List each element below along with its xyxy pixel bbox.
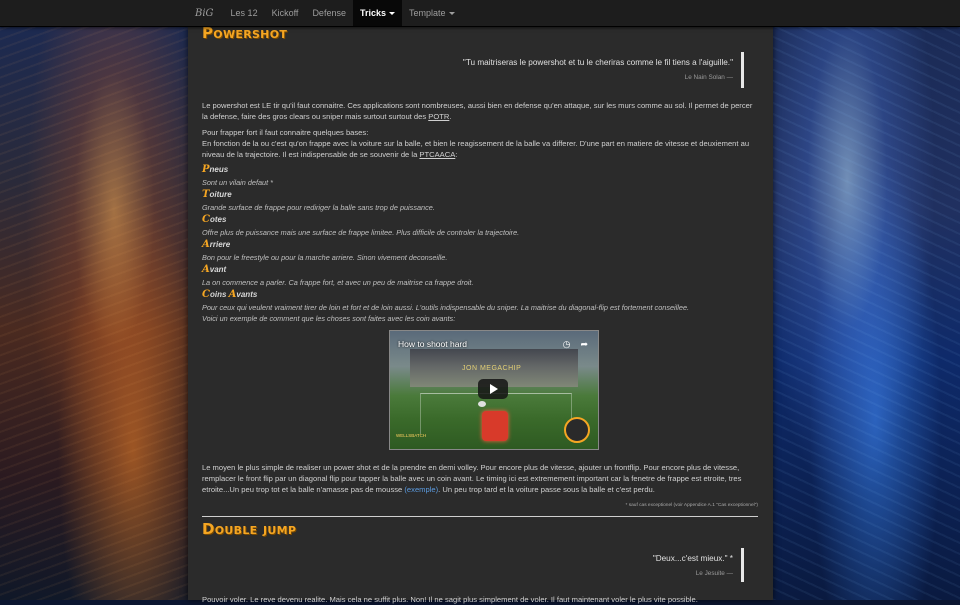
bases-body: En fonction de la ou c'est qu'on frappe … — [202, 139, 750, 159]
potr-link[interactable]: POTR — [428, 112, 449, 121]
background-arena-right — [772, 0, 960, 600]
nav-item-tricks-label: Tricks — [359, 8, 386, 18]
exemple-link[interactable]: (exemple) — [404, 485, 438, 494]
powershot-intro: Le powershot est LE tir qu'il faut conna… — [202, 100, 758, 122]
section-title-double-jump: Double jump — [202, 520, 297, 538]
acronym-desc: Pour ceux qui veulent vraiment tirer de … — [202, 303, 690, 312]
nav-item-template-label: Template — [409, 8, 446, 18]
ptcaaca-link[interactable]: PTCAACA — [419, 150, 455, 159]
background-arena-left — [0, 0, 190, 600]
video-intro: Voici un exemple de comment que les chos… — [202, 314, 456, 323]
content-panel: Powershot "Tu maitriseras le powershot e… — [188, 24, 773, 604]
acronym-desc: La on commence a parler. Ca frappe fort,… — [202, 278, 474, 287]
nav-item-les-12[interactable]: Les 12 — [224, 0, 265, 26]
nav-item-template[interactable]: Template — [402, 0, 462, 26]
acronym-letter: C — [202, 289, 210, 300]
acronym-word: oiture — [209, 190, 232, 199]
video-overlay-text: JON MEGACHIP — [462, 365, 522, 372]
powershot-technique: Le moyen le plus simple de realiser un p… — [202, 462, 758, 495]
acronym-word: rriere — [209, 240, 231, 249]
acronym-desc: Bon pour le freestyle ou pour la marche … — [202, 253, 448, 262]
nav-item-kickoff[interactable]: Kickoff — [265, 0, 306, 26]
acronym-word: oins — [209, 290, 229, 299]
share-icon[interactable]: ➦ — [580, 339, 588, 349]
quote-text: "Tu maitriseras le powershot et tu le ch… — [462, 58, 733, 67]
acronym-word: otes — [209, 215, 227, 224]
nav-item-tricks[interactable]: Tricks — [352, 0, 402, 26]
acronym-desc: Offre plus de puissance mais une surface… — [202, 228, 520, 237]
boost-meter-icon — [564, 417, 590, 443]
acronym-title: Coins Avants — [202, 289, 758, 302]
bases-end: : — [455, 150, 458, 159]
video-ball — [478, 401, 486, 407]
acronym-list: Pneus Sont un vilain defaut * Toiture Gr… — [202, 164, 758, 324]
technique-end: . Un peu trop tard et la voiture passe s… — [438, 485, 655, 494]
acronym-word: neus — [209, 165, 229, 174]
video-tag: WELLSBATCH — [396, 433, 427, 438]
footnote: * sauf cas exceptionel (voir Appendice A… — [625, 503, 758, 508]
acronym-letter: P — [202, 164, 210, 175]
section-divider — [202, 516, 758, 517]
caret-down-icon — [448, 12, 455, 16]
acronym-desc: Sont un vilain defaut * — [202, 178, 273, 187]
video-car — [482, 411, 508, 441]
acronym-title: Arriere — [202, 239, 758, 252]
acronym-title: Avant — [202, 264, 758, 277]
caret-down-icon — [389, 12, 395, 16]
acronym-title: Pneus — [202, 164, 758, 177]
video-player[interactable]: JON MEGACHIP How to shoot hard ◷ ➦ WELLSB… — [389, 330, 599, 450]
bases-line1: Pour frapper fort il faut connaitre quel… — [202, 128, 369, 137]
acronym-title: Toiture — [202, 189, 758, 202]
powershot-bases: Pour frapper fort il faut connaitre quel… — [202, 127, 758, 160]
acronym-title: Cotes — [202, 214, 758, 227]
powershot-intro-end: . — [449, 112, 452, 121]
acronym-letter: A — [202, 264, 210, 275]
acronym-letter: C — [202, 214, 210, 225]
quote-author: Le Nain Solan — — [684, 74, 733, 81]
quote-powershot: "Tu maitriseras le powershot et tu le ch… — [333, 52, 744, 88]
quote-text: "Deux...c'est mieux." * — [652, 554, 733, 563]
section-title-powershot: Powershot — [202, 24, 288, 42]
acronym-desc: Grande surface de frappe pour rediriger … — [202, 203, 435, 212]
quote-author: Le Jesuite — — [695, 570, 733, 577]
acronym-letter: A — [202, 239, 210, 250]
nav-item-defense[interactable]: Defense — [305, 0, 353, 26]
navbar: BiG Les 12 Kickoff Defense Tricks Templa… — [0, 0, 960, 27]
video-title[interactable]: How to shoot hard — [398, 339, 467, 350]
acronym-word: vants — [236, 290, 258, 299]
video-controls: ◷ ➦ — [553, 339, 588, 350]
acronym-word: vant — [209, 265, 227, 274]
powershot-intro-text: Le powershot est LE tir qu'il faut conna… — [202, 101, 753, 121]
play-icon[interactable] — [478, 379, 508, 399]
clock-icon[interactable]: ◷ — [563, 339, 571, 349]
brand-logo[interactable]: BiG — [187, 8, 224, 19]
quote-double-jump: "Deux...c'est mieux." * Le Jesuite — — [433, 548, 744, 582]
